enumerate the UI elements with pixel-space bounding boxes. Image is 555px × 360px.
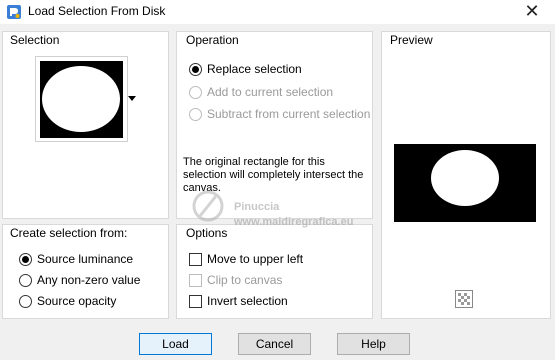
radio-unchecked-icon xyxy=(189,85,202,99)
invert-selection-label: Invert selection xyxy=(207,294,288,308)
cancel-button[interactable]: Cancel xyxy=(238,333,311,355)
checkbox-unchecked-icon xyxy=(189,252,202,266)
move-to-upper-left-label: Move to upper left xyxy=(207,252,304,266)
preview-label: Preview xyxy=(390,33,433,47)
load-button[interactable]: Load xyxy=(139,333,212,355)
title-bar: Load Selection From Disk ✕ xyxy=(0,0,555,24)
source-luminance-radio[interactable]: Source luminance xyxy=(19,252,133,266)
options-label: Options xyxy=(186,226,228,240)
create-selection-from-label: Create selection from: xyxy=(10,226,128,240)
intersect-info-text: The original rectangle for this selectio… xyxy=(183,156,364,194)
radio-unchecked-icon xyxy=(19,273,32,287)
source-luminance-label: Source luminance xyxy=(37,252,134,266)
replace-selection-radio[interactable]: Replace selection xyxy=(189,62,302,76)
cancel-button-label: Cancel xyxy=(255,337,294,351)
selection-label: Selection xyxy=(10,33,60,47)
help-button[interactable]: Help xyxy=(337,333,410,355)
close-button[interactable]: ✕ xyxy=(509,0,555,24)
window-title: Load Selection From Disk xyxy=(28,4,166,18)
preview-image xyxy=(394,144,536,222)
replace-selection-label: Replace selection xyxy=(207,62,302,76)
move-to-upper-left-checkbox[interactable]: Move to upper left xyxy=(189,252,303,266)
any-non-zero-value-radio[interactable]: Any non-zero value xyxy=(19,273,140,287)
any-non-zero-value-label: Any non-zero value xyxy=(37,273,141,287)
close-icon: ✕ xyxy=(524,1,540,21)
radio-unchecked-icon xyxy=(19,294,32,308)
clip-to-canvas-label: Clip to canvas xyxy=(207,273,283,287)
radio-unchecked-icon xyxy=(189,107,202,121)
subtract-from-current-selection-label: Subtract from current selection xyxy=(207,107,371,121)
checkbox-unchecked-icon xyxy=(189,273,202,287)
source-opacity-radio[interactable]: Source opacity xyxy=(19,294,116,308)
load-button-label: Load xyxy=(162,337,189,351)
transparency-checker-icon[interactable] xyxy=(455,290,473,308)
checkbox-unchecked-icon xyxy=(189,294,202,308)
help-button-label: Help xyxy=(361,337,386,351)
invert-selection-checkbox[interactable]: Invert selection xyxy=(189,294,288,308)
paintshop-app-icon xyxy=(7,5,21,19)
clip-to-canvas-checkbox[interactable]: Clip to canvas xyxy=(189,273,282,287)
source-opacity-label: Source opacity xyxy=(37,294,117,308)
radio-checked-icon xyxy=(19,252,32,266)
dropdown-arrow-icon[interactable] xyxy=(128,96,136,102)
selection-thumbnail-image xyxy=(40,61,123,138)
add-to-current-selection-label: Add to current selection xyxy=(207,85,334,99)
operation-label: Operation xyxy=(186,33,239,47)
radio-checked-icon xyxy=(189,62,202,76)
subtract-from-current-selection-radio[interactable]: Subtract from current selection xyxy=(189,107,370,121)
selection-thumbnail[interactable] xyxy=(35,56,128,142)
add-to-current-selection-radio[interactable]: Add to current selection xyxy=(189,85,333,99)
